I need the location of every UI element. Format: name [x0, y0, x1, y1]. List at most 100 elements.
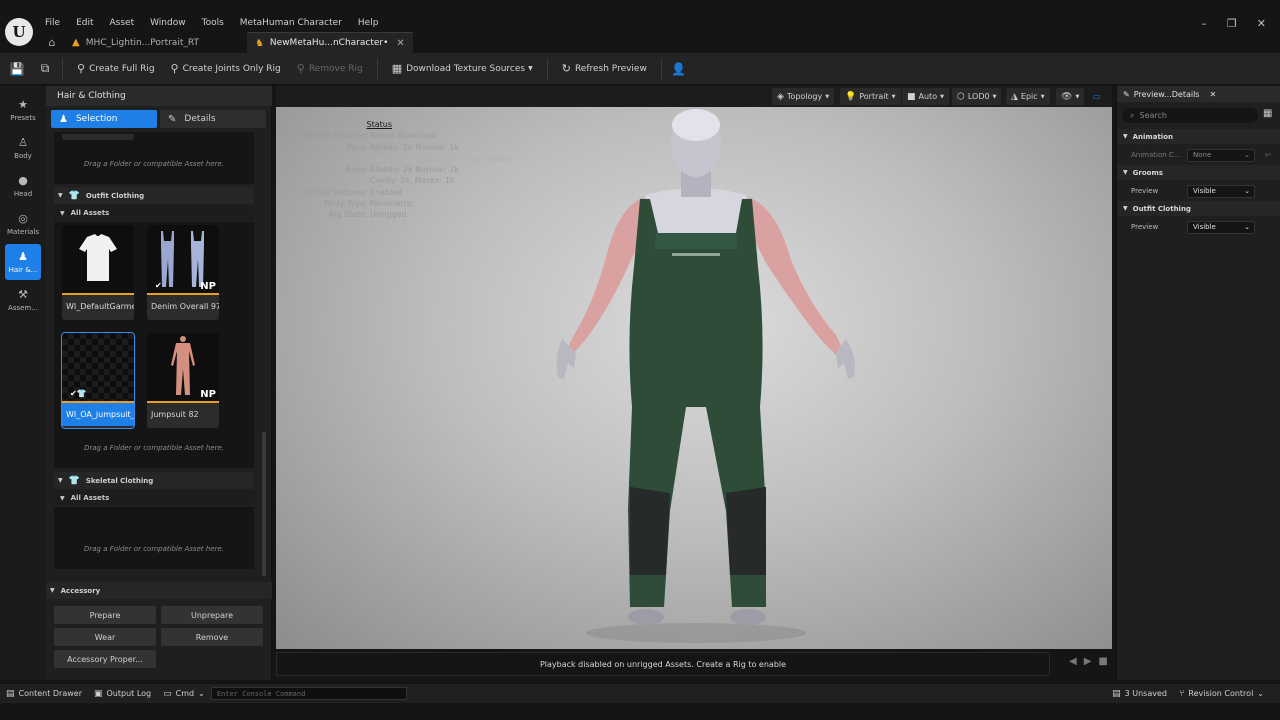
- asset-tile-jumpsuit-82[interactable]: NP Jumpsuit 82: [147, 333, 219, 428]
- outfit-preview-select[interactable]: Visible ⌄: [1187, 220, 1255, 234]
- tab-details[interactable]: ✎ Details: [160, 110, 266, 128]
- home-icon[interactable]: ⌂: [40, 36, 64, 49]
- unprepare-button[interactable]: Unprepare: [161, 606, 263, 624]
- groom-drop-zone[interactable]: Drag a Folder or compatible Asset here.: [54, 132, 254, 184]
- create-full-rig-button[interactable]: ⚲ Create Full Rig: [69, 53, 163, 85]
- character-preview-scene[interactable]: Status Texture Sources: Needs download Fa…: [276, 107, 1112, 649]
- unreal-logo-icon[interactable]: U: [5, 18, 33, 46]
- viewport-status-message: Playback disabled on unrigged Assets. Cr…: [276, 652, 1050, 676]
- rail-materials[interactable]: ◎ Materials: [5, 206, 41, 242]
- viewport[interactable]: ◈ Topology ▼ 💡 Portrait ▼ ■ Auto ▼ ⬡ LOD…: [276, 86, 1112, 649]
- outfit-clothing-header[interactable]: ▼ 👕 Outfit Clothing: [54, 187, 254, 204]
- button-label: Content Drawer: [18, 689, 82, 698]
- asset-tile-default-garment[interactable]: WI_DefaultGarment: [62, 225, 134, 320]
- save-icon[interactable]: 💾: [6, 62, 28, 76]
- topology-dropdown[interactable]: ◈ Topology ▼: [772, 88, 835, 105]
- skeletal-clothing-header[interactable]: ▼ 👕 Skeletal Clothing: [54, 472, 254, 489]
- menu-asset[interactable]: Asset: [110, 18, 135, 28]
- refresh-preview-button[interactable]: ↻ Refresh Preview: [554, 53, 655, 85]
- asset-label: Jumpsuit 82: [151, 410, 199, 419]
- rail-label: Head: [13, 190, 33, 198]
- skeletal-all-assets-header[interactable]: ▼ All Assets: [54, 491, 254, 505]
- lighting-dropdown[interactable]: 💡 Portrait ▼: [840, 88, 901, 105]
- asset-tile-partial[interactable]: [62, 134, 134, 140]
- grid-view-icon[interactable]: ▦: [1263, 108, 1272, 119]
- np-badge: NP: [200, 389, 216, 400]
- console-command-input[interactable]: Enter Console Command: [210, 687, 407, 700]
- panel-scrollbar[interactable]: [262, 432, 266, 576]
- grooms-category[interactable]: ▼ Grooms: [1117, 165, 1280, 180]
- skeletal-drop-zone[interactable]: Drag a Folder or compatible Asset here.: [54, 507, 254, 569]
- menu-edit[interactable]: Edit: [76, 18, 93, 28]
- shirt-icon: 👕: [68, 190, 80, 201]
- content-drawer-button[interactable]: ▤ Content Drawer: [0, 684, 88, 704]
- outfit-all-assets-header[interactable]: ▼ All Assets: [54, 206, 254, 220]
- rail-assembly[interactable]: ⚒ Assem...: [5, 282, 41, 318]
- subsection-label: All Assets: [70, 209, 110, 217]
- hair-icon: ♟: [18, 250, 28, 263]
- asset-tile-denim-overall[interactable]: ✔ NP Denim Overall 97: [147, 225, 219, 320]
- tab-selection[interactable]: ♟ Selection: [51, 110, 157, 128]
- close-tab-icon[interactable]: ✕: [396, 38, 404, 49]
- details-search-input[interactable]: ⌕ Search: [1122, 108, 1258, 123]
- menu-window[interactable]: Window: [150, 18, 186, 28]
- grooms-preview-select[interactable]: Visible ⌄: [1187, 184, 1255, 198]
- joints-icon: ⚲: [170, 62, 179, 75]
- cmd-dropdown[interactable]: ▭ Cmd ⌄: [157, 684, 211, 704]
- unsaved-button[interactable]: ▤ 3 Unsaved: [1106, 684, 1173, 704]
- asset-tile-oa-jumpsuit[interactable]: ✔👕 WI_OA_jumpsuit_...: [61, 332, 135, 429]
- prepare-button[interactable]: Prepare: [54, 606, 156, 624]
- asset-label: Denim Overall 97: [151, 302, 219, 311]
- visibility-dropdown[interactable]: 👁 ▼: [1056, 88, 1085, 105]
- tab-label: NewMetaHu...nCharacter•: [269, 38, 389, 48]
- reset-icon[interactable]: ↩: [1265, 151, 1271, 159]
- hammer-icon: ⚒: [18, 288, 28, 301]
- download-texture-sources-button[interactable]: ▦ Download Texture Sources ▼: [384, 53, 541, 85]
- play-reverse-icon[interactable]: ◀: [1069, 656, 1077, 667]
- tab-new-metahuman-character[interactable]: ♞ NewMetaHu...nCharacter• ✕: [246, 32, 413, 53]
- revision-control-button[interactable]: ⑂ Revision Control ⌄: [1173, 684, 1270, 704]
- remove-rig-button[interactable]: ⚲ Remove Rig: [289, 53, 371, 85]
- user-icon[interactable]: 👤: [668, 62, 690, 76]
- menu-file[interactable]: File: [45, 18, 60, 28]
- rail-hair-clothing[interactable]: ♟ Hair &...: [5, 244, 41, 280]
- outfit-preview-row: Preview Visible ⌄: [1117, 218, 1280, 236]
- wear-button[interactable]: Wear: [54, 628, 156, 646]
- panel-title: Hair & Clothing: [46, 86, 272, 106]
- outfit-clothing-category[interactable]: ▼ Outfit Clothing: [1117, 201, 1280, 216]
- selection-icon: ♟: [59, 113, 68, 125]
- accessory-header[interactable]: ▼ Accessory: [46, 582, 272, 599]
- close-window-icon[interactable]: ✕: [1257, 17, 1266, 30]
- animation-select[interactable]: None ⌄: [1187, 148, 1255, 162]
- rail-presets[interactable]: ★ Presets: [5, 92, 41, 128]
- menu-metahuman-character[interactable]: MetaHuman Character: [240, 18, 342, 28]
- lod-dropdown[interactable]: ⬡ LOD0 ▼: [952, 88, 1002, 105]
- rail-head[interactable]: ● Head: [5, 168, 41, 204]
- browse-icon[interactable]: ⧉: [34, 61, 56, 76]
- section-label: Outfit Clothing: [85, 191, 145, 200]
- remove-button[interactable]: Remove: [161, 628, 263, 646]
- content-drawer-icon: ▤: [6, 688, 15, 699]
- animation-category[interactable]: ▼ Animation: [1117, 129, 1280, 144]
- asset-scroll-area[interactable]: Drag a Folder or compatible Asset here. …: [54, 132, 266, 576]
- maximize-icon[interactable]: ❐: [1227, 17, 1237, 30]
- create-joints-only-rig-button[interactable]: ⚲ Create Joints Only Rig: [163, 53, 289, 85]
- collapse-arrow-icon: ▼: [1123, 169, 1128, 176]
- menu-help[interactable]: Help: [358, 18, 379, 28]
- camera-icon: ■: [907, 91, 916, 102]
- menu-tools[interactable]: Tools: [202, 18, 224, 28]
- output-log-button[interactable]: ▣ Output Log: [88, 684, 157, 704]
- close-panel-icon[interactable]: ✕: [1209, 90, 1216, 99]
- status-bar: ▤ Content Drawer ▣ Output Log ▭ Cmd ⌄ En…: [0, 683, 1280, 703]
- hair-clothing-panel: Hair & Clothing ♟ Selection ✎ Details Dr…: [46, 86, 272, 680]
- minimize-icon[interactable]: –: [1201, 17, 1207, 30]
- accessory-properties-button[interactable]: Accessory Proper...: [54, 650, 156, 668]
- quality-dropdown[interactable]: ◮ Epic ▼: [1006, 88, 1050, 105]
- tab-lighting-portrait[interactable]: ▲ MHC_Lightin...Portrait_RT: [64, 32, 207, 53]
- rail-body[interactable]: ♙ Body: [5, 130, 41, 166]
- camera-mode-dropdown[interactable]: ■ Auto ▼: [902, 88, 949, 105]
- viewport-layout-icon[interactable]: ▭: [1088, 88, 1106, 105]
- stop-icon[interactable]: ■: [1098, 656, 1107, 667]
- play-forward-icon[interactable]: ▶: [1084, 656, 1092, 667]
- collapse-arrow-icon: ▼: [60, 494, 65, 502]
